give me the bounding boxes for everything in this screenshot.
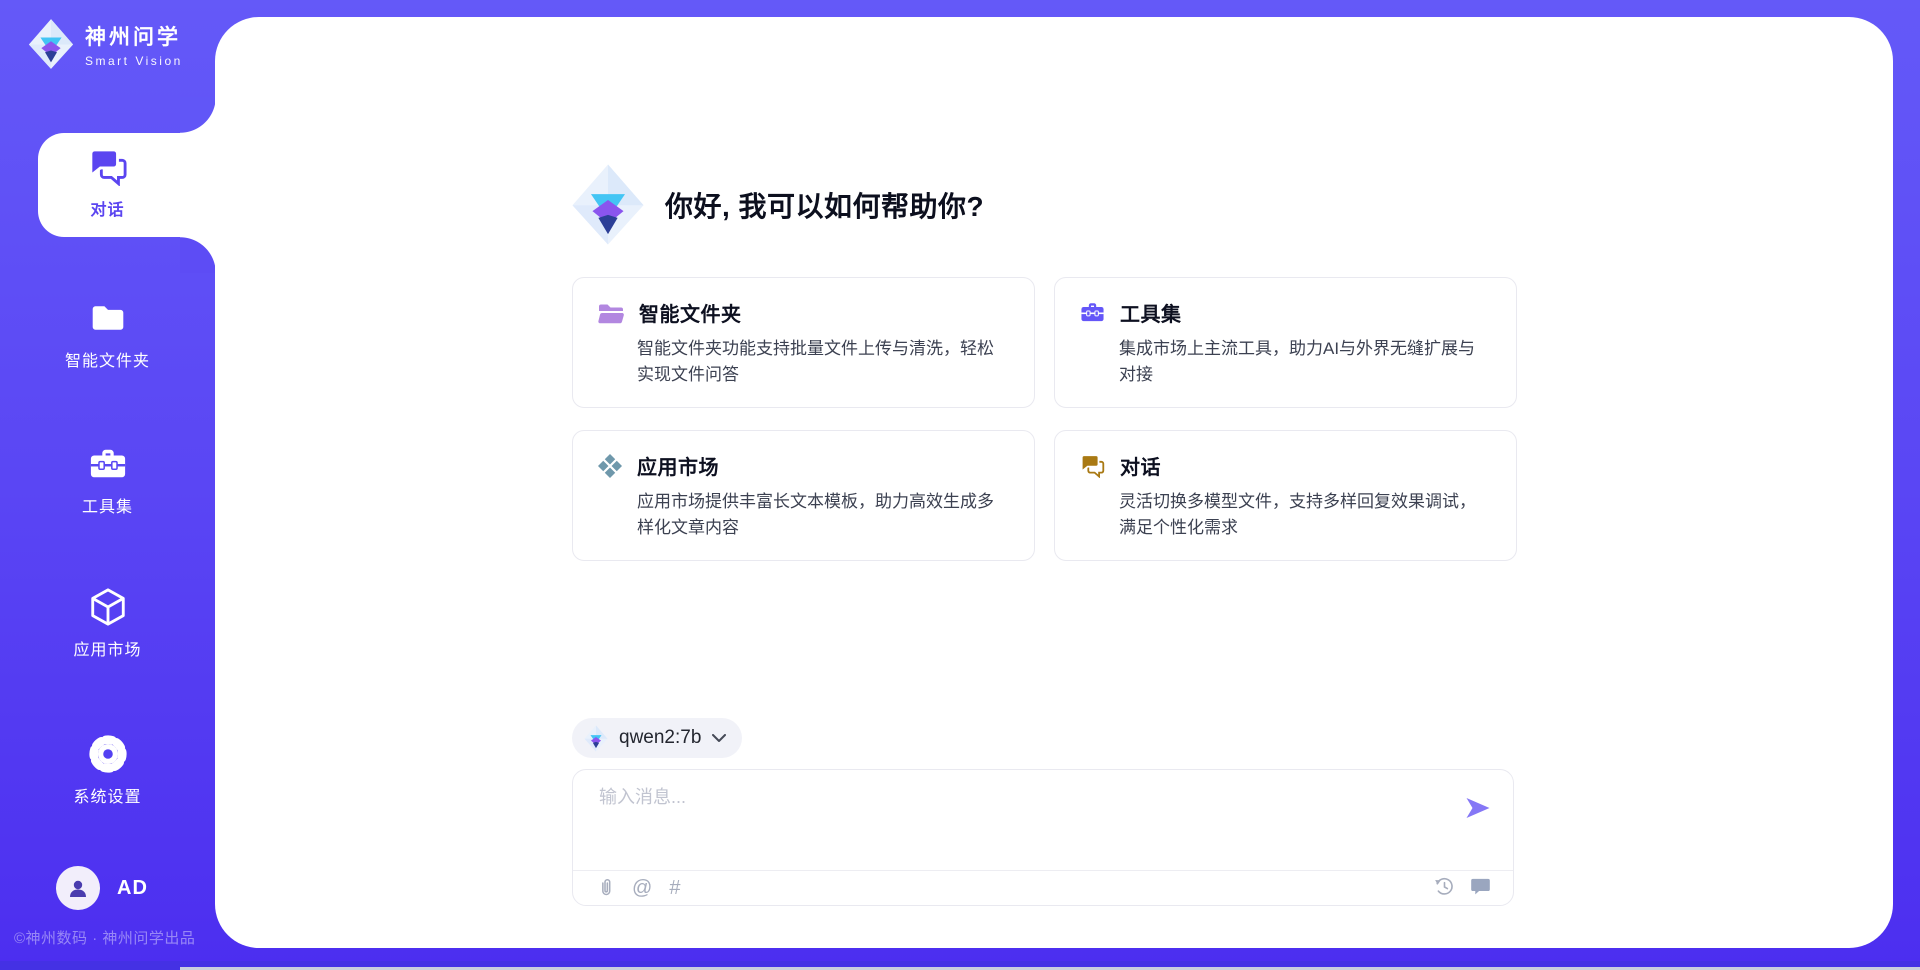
composer-tools: @ #	[597, 876, 680, 899]
card-title: 工具集	[1120, 298, 1182, 327]
card-title: 对话	[1120, 451, 1161, 480]
gear-icon	[87, 733, 129, 775]
card-description: 智能文件夹功能支持批量文件上传与清洗，轻松实现文件问答	[637, 336, 1010, 387]
history-icon	[1434, 876, 1455, 897]
cube-icon	[87, 586, 129, 628]
mention-button[interactable]: @	[632, 877, 652, 899]
brand-logo: 神州问学 Smart Vision	[28, 18, 183, 70]
card-title: 智能文件夹	[639, 298, 742, 327]
greeting-text: 你好, 我可以如何帮助你?	[665, 185, 984, 225]
diamond-logo-icon	[571, 163, 645, 246]
folder-open-icon	[597, 301, 625, 325]
sidebar-item-label: 智能文件夹	[65, 347, 150, 371]
sidebar-item-label: 系统设置	[73, 783, 141, 807]
chat-icon	[87, 146, 129, 188]
app-window: 神州问学 Smart Vision 对话 智能文件夹	[0, 0, 1920, 970]
composer-divider	[573, 870, 1513, 871]
card-description: 应用市场提供丰富长文本模板，助力高效生成多样化文章内容	[637, 489, 1010, 540]
message-input[interactable]	[597, 786, 1451, 809]
card-toolset[interactable]: 工具集 集成市场上主流工具，助力AI与外界无缝扩展与对接	[1054, 277, 1517, 408]
conversation-button[interactable]	[1470, 877, 1491, 896]
card-description: 集成市场上主流工具，助力AI与外界无缝扩展与对接	[1119, 336, 1492, 387]
brand-name: 神州问学	[85, 21, 183, 51]
folder-icon	[88, 297, 128, 339]
feature-cards: 智能文件夹 智能文件夹功能支持批量文件上传与清洗，轻松实现文件问答 工具集 集成…	[572, 277, 1517, 561]
model-name: qwen2:7b	[619, 727, 701, 749]
hash-icon: #	[669, 877, 680, 899]
brand-subtitle: Smart Vision	[85, 54, 183, 68]
copyright-footer: ©神州数码 · 神州问学出品	[14, 927, 195, 948]
card-title: 应用市场	[637, 451, 719, 480]
diamond-logo-icon	[28, 18, 74, 70]
sidebar-item-label: 工具集	[82, 493, 133, 517]
send-button[interactable]	[1465, 796, 1491, 820]
greeting-block: 你好, 我可以如何帮助你?	[571, 163, 984, 246]
send-icon	[1465, 796, 1491, 820]
user-initials: AD	[117, 877, 148, 900]
sidebar-item-settings[interactable]: 系统设置	[0, 733, 215, 807]
message-composer: @ #	[572, 769, 1514, 906]
toolbox-icon	[1079, 300, 1106, 325]
at-icon: @	[632, 877, 652, 899]
card-chat[interactable]: 对话 灵活切换多模型文件，支持多样回复效果调试，满足个性化需求	[1054, 430, 1517, 561]
chevron-down-icon	[712, 734, 726, 742]
sidebar-item-label: 对话	[90, 196, 124, 220]
paperclip-icon	[597, 876, 615, 899]
person-icon	[66, 876, 90, 900]
card-smart-folder[interactable]: 智能文件夹 智能文件夹功能支持批量文件上传与清洗，轻松实现文件问答	[572, 277, 1035, 408]
sidebar-item-chat[interactable]: 对话	[0, 146, 215, 220]
avatar	[56, 866, 100, 910]
model-selector[interactable]: qwen2:7b	[572, 718, 742, 758]
comment-icon	[1470, 877, 1491, 896]
main-content-panel: 你好, 我可以如何帮助你? 智能文件夹 智能文件夹功能支持批量文件上传与清洗，轻…	[215, 17, 1893, 948]
chat-icon	[1079, 454, 1106, 478]
attach-file-button[interactable]	[597, 876, 615, 899]
card-description: 灵活切换多模型文件，支持多样回复效果调试，满足个性化需求	[1119, 489, 1492, 540]
sidebar-item-smart-folder[interactable]: 智能文件夹	[0, 297, 215, 371]
sidebar-item-app-market[interactable]: 应用市场	[0, 586, 215, 660]
sidebar-item-label: 应用市场	[73, 636, 141, 660]
diamond-logo-icon	[584, 725, 608, 752]
user-profile[interactable]: AD	[56, 866, 148, 910]
sidebar-item-toolset[interactable]: 工具集	[0, 443, 215, 517]
card-app-market[interactable]: 应用市场 应用市场提供丰富长文本模板，助力高效生成多样化文章内容	[572, 430, 1035, 561]
package-icon	[597, 453, 623, 479]
composer-actions	[1434, 876, 1491, 897]
topic-button[interactable]: #	[669, 877, 680, 899]
toolbox-icon	[87, 443, 129, 485]
history-button[interactable]	[1434, 876, 1455, 897]
